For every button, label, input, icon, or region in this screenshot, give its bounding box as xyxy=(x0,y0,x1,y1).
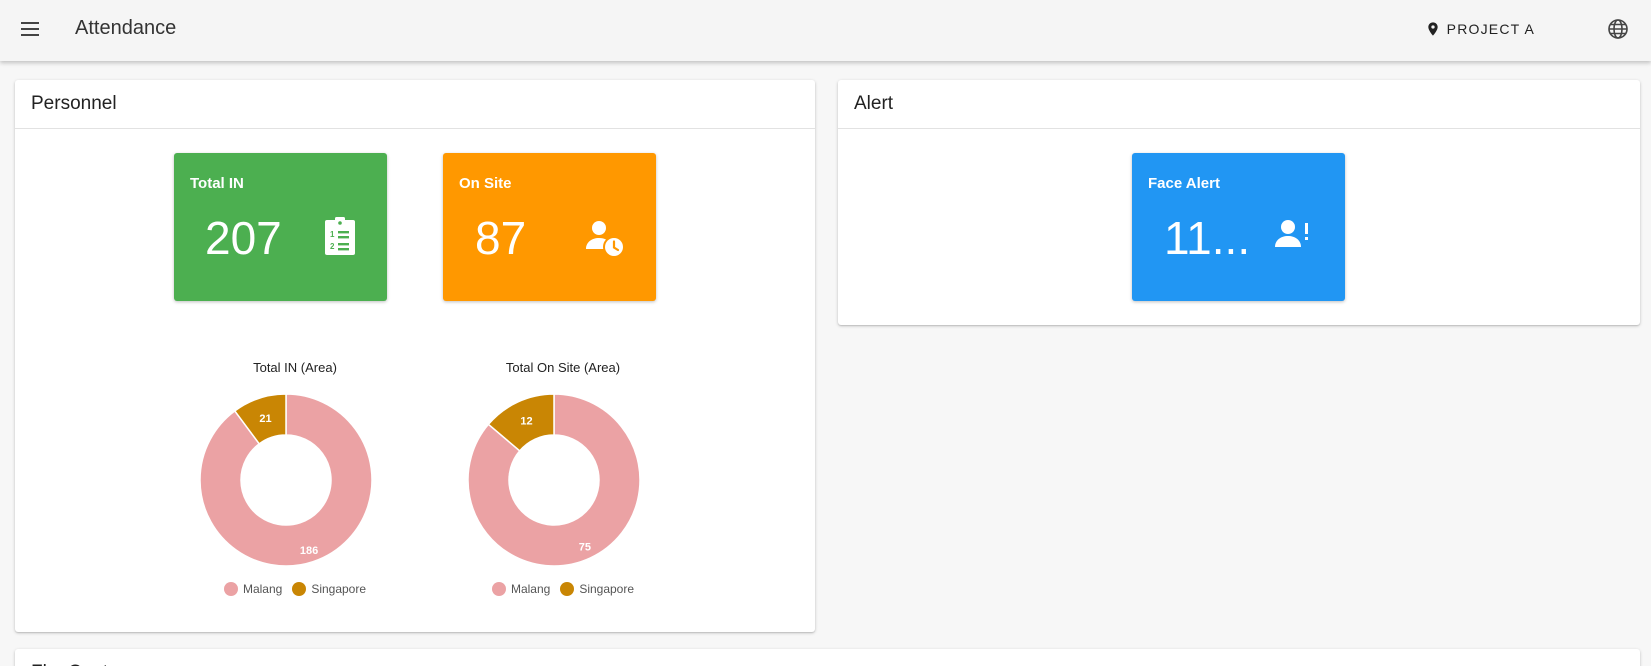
face-alert-tile[interactable]: Face Alert 11... xyxy=(1132,153,1345,301)
person-clock-icon xyxy=(586,221,623,256)
legend-swatch-singapore xyxy=(560,582,575,596)
alert-card: Alert Face Alert 11... xyxy=(838,80,1640,325)
legend-item-malang[interactable]: Malang xyxy=(223,582,283,596)
donut-slice-label-singapore: 21 xyxy=(259,413,271,425)
on-site-value: 87 xyxy=(475,212,527,264)
legend-label-malang: Malang xyxy=(510,582,551,596)
legend-item-malang[interactable]: Malang xyxy=(491,582,551,596)
legend-item-singapore[interactable]: Singapore xyxy=(292,582,366,596)
legend-swatch-malang xyxy=(223,582,238,596)
legend-swatch-singapore xyxy=(292,582,307,596)
donut-slice-label-malang: 75 xyxy=(579,542,591,554)
total-in-tile[interactable]: Total IN 207 1 2 xyxy=(174,153,387,301)
donut-slice-label-malang: 186 xyxy=(300,545,318,557)
svg-text:1: 1 xyxy=(330,230,335,239)
legend-swatch-malang xyxy=(491,582,506,596)
total-in-value: 207 xyxy=(205,212,282,264)
total-in-area-donut-chart: 186 21 xyxy=(199,393,373,567)
menu-icon[interactable] xyxy=(14,14,48,44)
legend-label-singapore: Singapore xyxy=(579,582,635,596)
clipboard-list-icon: 1 2 xyxy=(325,217,355,255)
personnel-card: Personnel Total IN 207 1 2 On Site 87 To… xyxy=(15,80,815,632)
legend-item-singapore[interactable]: Singapore xyxy=(560,582,634,596)
total-in-area-legend: Malang Singapore xyxy=(185,582,405,596)
on-site-label: On Site xyxy=(459,175,512,192)
alert-card-title: Alert xyxy=(838,80,1640,129)
total-on-site-area-chart-title: Total On Site (Area) xyxy=(505,360,621,375)
face-alert-label: Face Alert xyxy=(1148,175,1220,192)
legend-label-singapore: Singapore xyxy=(311,582,367,596)
flow-count-card-title: Fl... C... t xyxy=(15,649,1640,666)
face-alert-value: 11... xyxy=(1164,212,1251,264)
total-on-site-area-legend: Malang Singapore xyxy=(453,582,673,596)
person-alert-icon xyxy=(1275,220,1308,247)
globe-icon[interactable] xyxy=(1606,17,1630,41)
location-pin-icon xyxy=(1427,22,1438,36)
page-title: Attendance xyxy=(75,17,177,39)
on-site-tile[interactable]: On Site 87 xyxy=(443,153,656,301)
total-in-label: Total IN xyxy=(190,175,244,192)
total-on-site-area-donut-chart: 75 12 xyxy=(467,393,641,567)
project-label: PROJECT A xyxy=(1446,21,1535,37)
svg-text:2: 2 xyxy=(330,242,335,251)
total-in-area-chart-title: Total IN (Area) xyxy=(253,360,337,375)
legend-label-malang: Malang xyxy=(242,582,283,596)
personnel-card-title: Personnel xyxy=(15,80,815,129)
app-bar: Attendance PROJECT A xyxy=(0,0,1651,61)
flow-count-card: Fl... C... t xyxy=(15,649,1640,666)
donut-slice-label-singapore: 12 xyxy=(520,416,532,428)
project-selector[interactable]: PROJECT A xyxy=(1425,17,1535,41)
